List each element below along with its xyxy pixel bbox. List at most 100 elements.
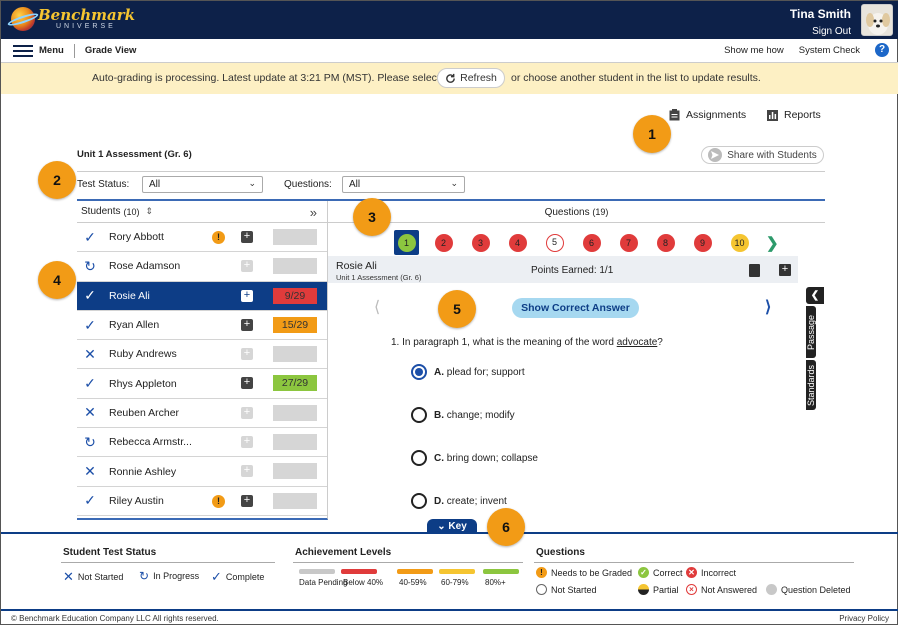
radio-button[interactable] xyxy=(411,364,427,380)
collapse-icon[interactable]: » xyxy=(310,205,317,220)
assessment-title: Unit 1 Assessment (Gr. 6) xyxy=(77,149,192,160)
student-row[interactable]: ✓ Ryan Allen +15/29 xyxy=(77,311,327,341)
x-icon: ✕ xyxy=(84,404,96,421)
add-note-icon[interactable]: + xyxy=(241,318,253,331)
chevron-down-icon: ⌄ xyxy=(437,521,446,532)
level-color-bar xyxy=(483,569,519,574)
student-row[interactable]: ✓ Rory Abbott! + xyxy=(77,223,327,253)
student-row[interactable]: ↻ Rose Adamson + xyxy=(77,252,327,282)
add-note-icon[interactable]: + xyxy=(779,264,791,276)
test-status-label: Test Status: xyxy=(77,179,130,190)
student-row[interactable]: ✓ Rosie Ali +9/29 xyxy=(77,281,327,311)
score-badge xyxy=(273,492,317,509)
question-number-button[interactable]: 8 xyxy=(653,230,678,255)
passage-tab[interactable]: Passage xyxy=(806,306,816,358)
score-badge xyxy=(273,346,317,363)
achievement-legend-title: Achievement Levels xyxy=(295,547,392,558)
question-number: 9 xyxy=(693,233,712,252)
level-color-bar xyxy=(341,569,377,574)
legend-label: Incorrect xyxy=(701,567,737,578)
legend-label: Not Started xyxy=(551,584,597,595)
share-with-students-button[interactable]: Share with Students xyxy=(701,146,824,164)
student-row[interactable]: ✕ Ronnie Ashley + xyxy=(77,457,327,487)
score-badge xyxy=(273,258,317,275)
key-toggle[interactable]: ⌄ Key xyxy=(427,519,477,534)
question-number-button[interactable]: 4 xyxy=(505,230,530,255)
next-question-icon[interactable]: ⟩ xyxy=(765,297,771,317)
send-icon xyxy=(708,148,723,162)
answer-option[interactable]: C. bring down; collapse xyxy=(411,450,538,466)
add-note-icon[interactable]: + xyxy=(241,348,253,361)
students-header: Students (10) ⇕ » xyxy=(77,201,327,223)
checkmark-icon: ✓ xyxy=(84,287,96,304)
add-note-icon[interactable]: + xyxy=(241,436,253,449)
questions-select[interactable]: All ⌄ xyxy=(342,176,465,193)
callout-5: 5 xyxy=(438,290,476,328)
question-number-button[interactable]: 6 xyxy=(579,230,604,255)
help-icon[interactable]: ? xyxy=(875,43,889,57)
checkmark-icon: ✓ xyxy=(84,492,96,509)
add-note-icon[interactable]: + xyxy=(241,494,253,507)
add-note-icon[interactable]: + xyxy=(241,465,253,478)
question-number: 10 xyxy=(730,233,749,252)
student-row[interactable]: ✕ Reuben Archer + xyxy=(77,399,327,429)
expand-sidebar-icon[interactable]: ❮ xyxy=(806,287,824,304)
sign-out-link[interactable]: Sign Out xyxy=(790,26,851,37)
answer-option[interactable]: D. create; invent xyxy=(411,493,507,509)
key-label: Key xyxy=(448,521,467,532)
student-row[interactable]: ✓ Rhys Appleton +27/29 xyxy=(77,369,327,399)
level-label: Below 40% xyxy=(343,578,384,587)
question-number-button[interactable]: 3 xyxy=(468,230,493,255)
standards-tab[interactable]: Standards xyxy=(806,360,816,410)
show-me-how-link[interactable]: Show me how xyxy=(724,45,784,56)
sort-icon[interactable]: ⇕ xyxy=(146,206,154,217)
next-questions-icon[interactable]: ❯ xyxy=(766,234,779,252)
avatar[interactable] xyxy=(861,4,893,36)
add-note-icon[interactable]: + xyxy=(241,231,253,243)
test-status-select[interactable]: All ⌄ xyxy=(142,176,263,193)
student-row[interactable]: ✕ Ruby Andrews + xyxy=(77,340,327,370)
show-correct-answer-button[interactable]: Show Correct Answer xyxy=(512,298,639,318)
share-label: Share with Students xyxy=(727,149,817,161)
assignments-link[interactable]: Assignments xyxy=(669,109,746,121)
student-row[interactable]: ↻ Rebecca Armstr... + xyxy=(77,428,327,458)
question-suffix: ? xyxy=(657,337,663,348)
question-number-button[interactable]: 2 xyxy=(431,230,456,255)
questions-panel: Questions (19) 1 2 3 4 5 6 7 8 9 10 ❯ Rosie Ali Un… xyxy=(328,201,825,520)
answer-option[interactable]: B. change; modify xyxy=(411,407,515,423)
add-note-icon[interactable]: + xyxy=(241,260,253,273)
question-number-button[interactable]: 7 xyxy=(616,230,641,255)
level-color-bar xyxy=(439,569,475,574)
progress-clock-icon: ↻ xyxy=(84,257,96,274)
refresh-button[interactable]: Refresh xyxy=(437,68,505,88)
question-number-button[interactable]: 10 xyxy=(727,230,752,255)
radio-button[interactable] xyxy=(411,493,427,509)
question-number-button[interactable]: 1 xyxy=(394,230,419,255)
add-note-icon[interactable]: + xyxy=(241,406,253,419)
questions-filter-value: All xyxy=(349,179,361,190)
question-number-button[interactable]: 5 xyxy=(542,230,567,255)
add-note-icon[interactable]: + xyxy=(241,377,253,390)
add-note-icon[interactable]: + xyxy=(241,289,253,302)
copyright: © Benchmark Education Company LLC All ri… xyxy=(11,614,219,623)
reports-link[interactable]: Reports xyxy=(767,109,821,121)
menu-button[interactable]: Menu xyxy=(39,45,64,56)
radio-button[interactable] xyxy=(411,407,427,423)
answer-option[interactable]: A. plead for; support xyxy=(411,364,525,380)
hamburger-icon[interactable] xyxy=(13,44,33,57)
student-row[interactable]: ✓ Riley Austin! + xyxy=(77,487,327,516)
student-badge-icon[interactable] xyxy=(749,264,760,277)
previous-question-icon[interactable]: ⟨ xyxy=(374,297,380,317)
privacy-policy-link[interactable]: Privacy Policy xyxy=(839,614,889,623)
student-name: Rhys Appleton xyxy=(109,377,177,390)
option-letter: C. xyxy=(434,452,444,464)
question-number-button[interactable]: 9 xyxy=(690,230,715,255)
student-name: Reuben Archer xyxy=(109,406,180,419)
option-text: change; modify xyxy=(446,409,515,421)
top-bar: Benchmark UNIVERSE Tina Smith Sign Out xyxy=(1,1,898,39)
benchmark-logo[interactable]: Benchmark UNIVERSE xyxy=(6,7,135,31)
score-badge xyxy=(273,463,317,480)
legend-label: Question Deleted xyxy=(781,584,851,595)
radio-button[interactable] xyxy=(411,450,427,466)
system-check-link[interactable]: System Check xyxy=(799,45,860,56)
